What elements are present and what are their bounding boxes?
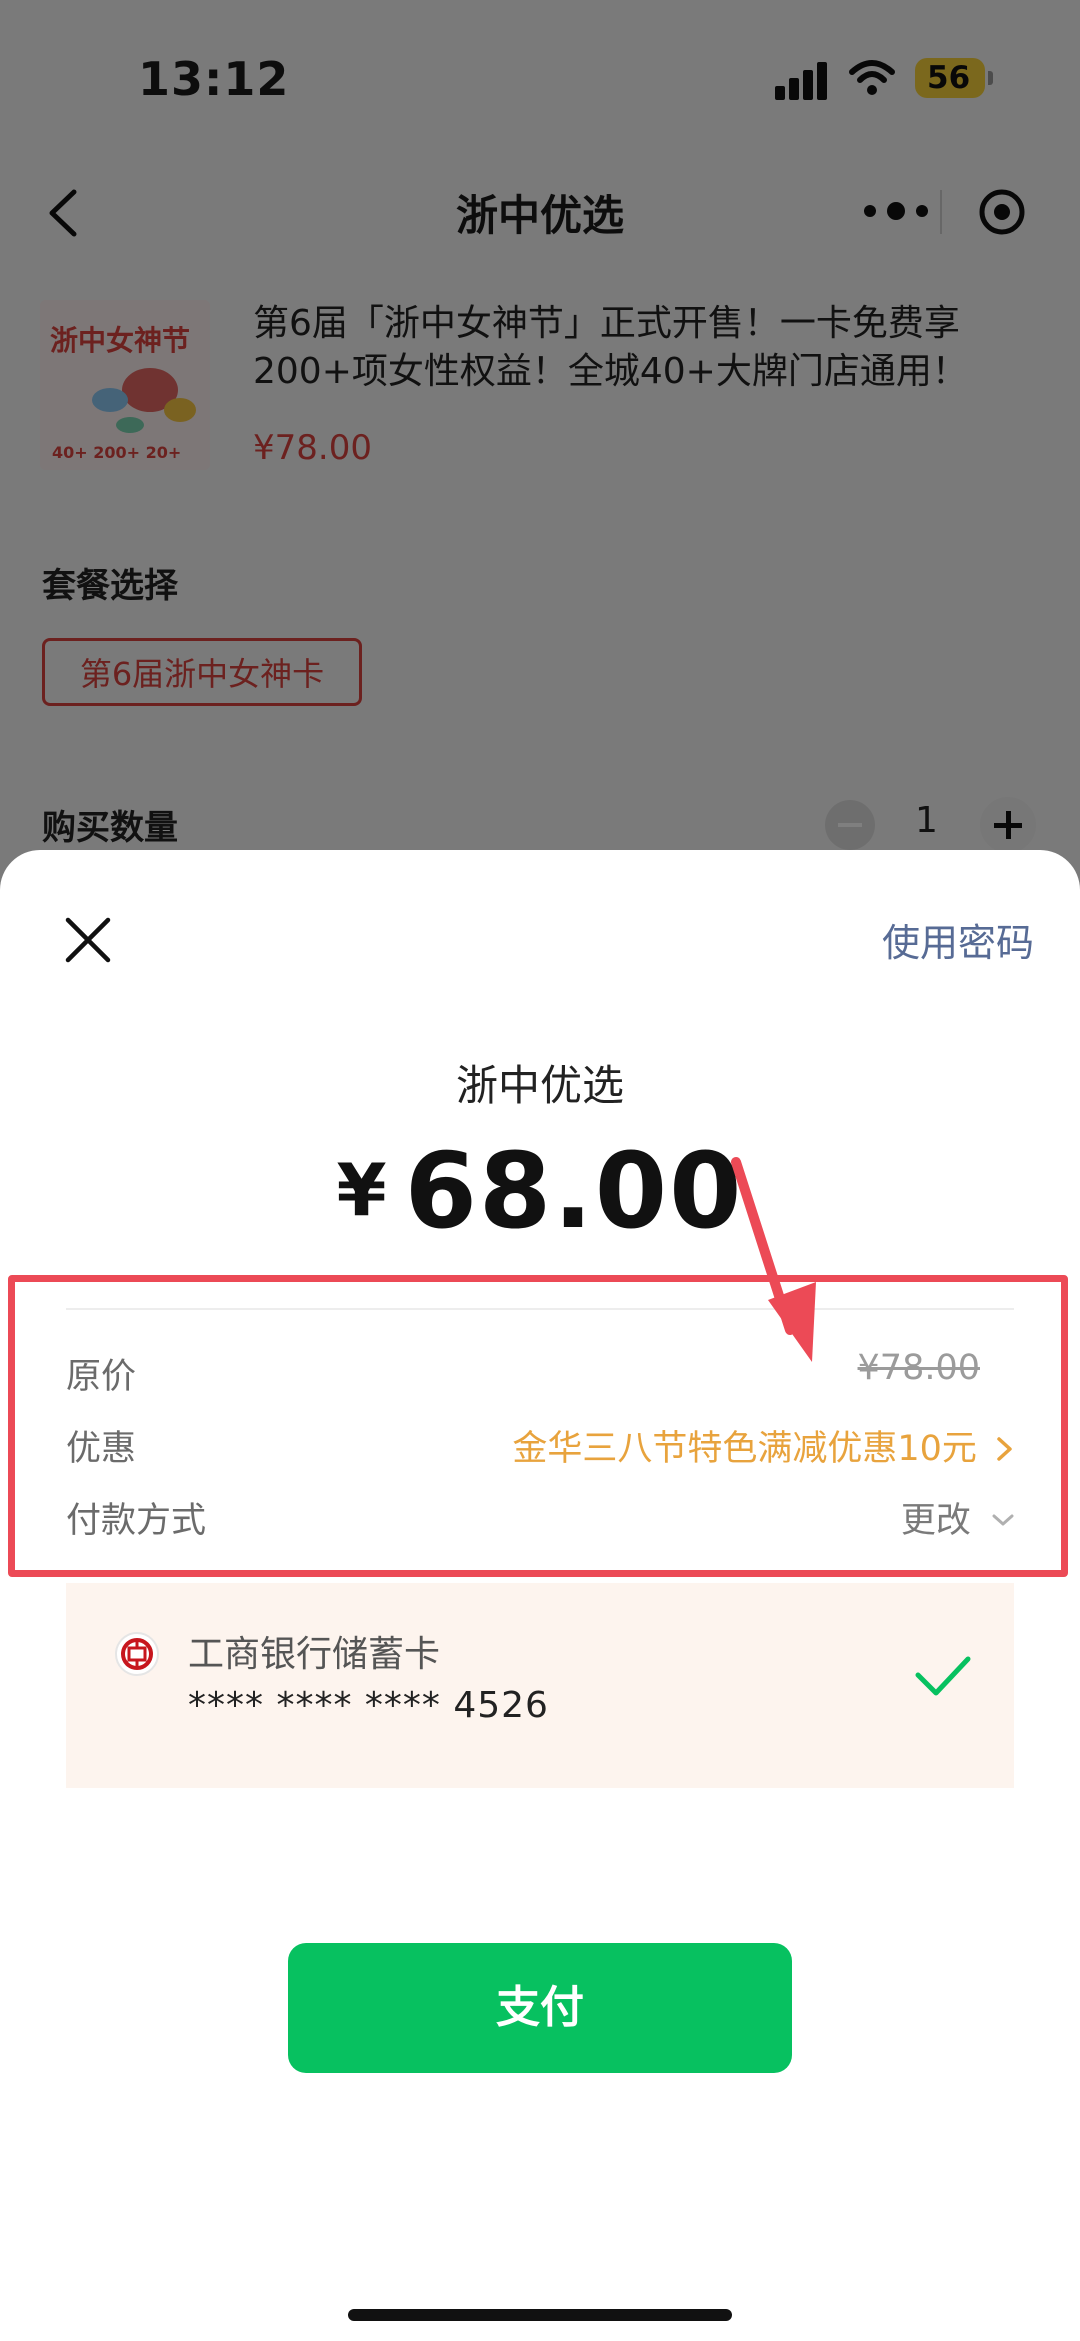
bank-card-number: **** **** **** 4526 <box>188 1685 549 1726</box>
selected-bank-card[interactable]: 工商银行储蓄卡 **** **** **** 4526 <box>66 1583 1014 1788</box>
icbc-bank-icon <box>115 1632 159 1676</box>
highlight-annotation-box <box>8 1275 1068 1577</box>
payment-amount: ¥68.00 <box>0 1130 1080 1252</box>
use-password-link[interactable]: 使用密码 <box>882 912 1034 967</box>
home-indicator <box>348 2309 732 2321</box>
amount-value: 68.00 <box>404 1130 744 1252</box>
bank-card-name: 工商银行储蓄卡 <box>188 1634 441 1675</box>
currency-symbol: ¥ <box>336 1148 389 1232</box>
pay-button[interactable]: 支付 <box>288 1943 792 2073</box>
close-icon[interactable] <box>62 914 114 966</box>
merchant-name: 浙中优选 <box>455 1061 624 1110</box>
checkmark-icon <box>915 1656 971 1696</box>
